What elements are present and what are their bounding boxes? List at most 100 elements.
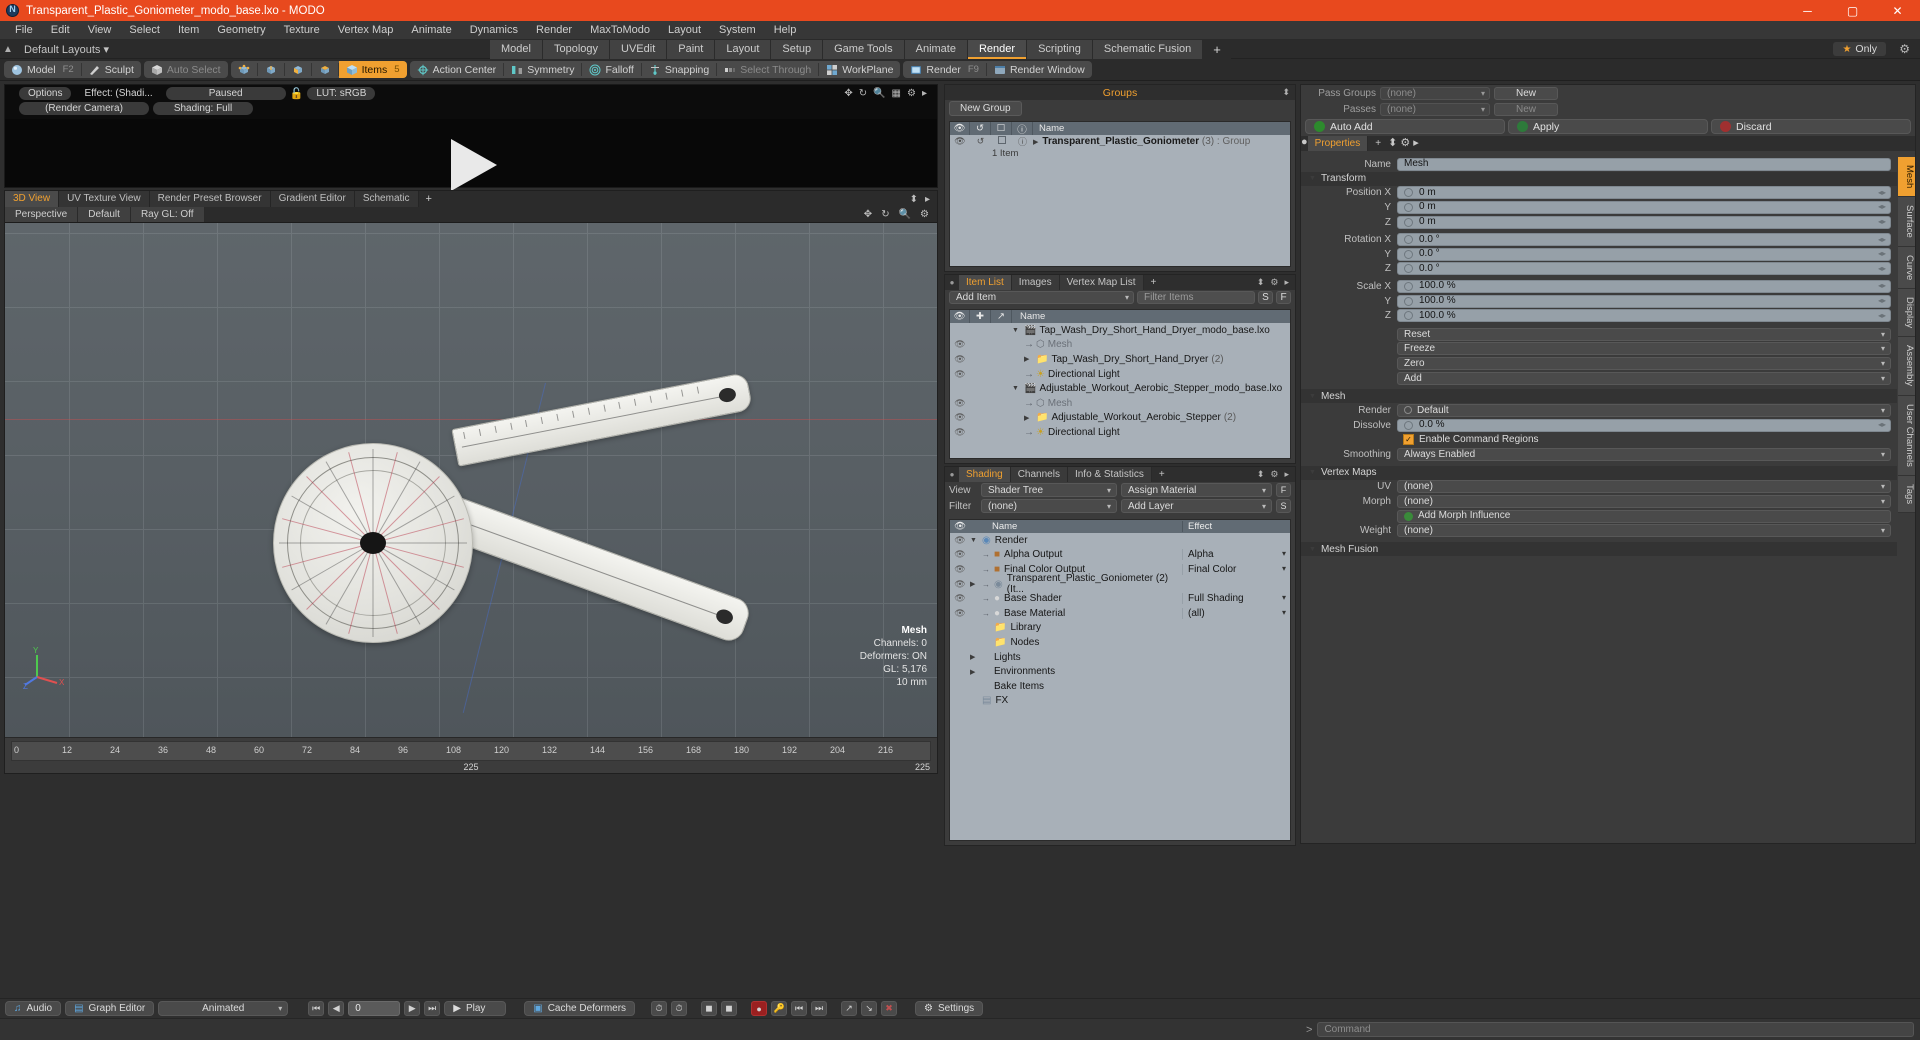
rotate-icon[interactable]: ↻	[881, 209, 889, 220]
play-triangle-icon[interactable]	[451, 139, 497, 191]
key-prev-icon[interactable]: ⏮	[791, 1001, 808, 1016]
property-field[interactable]: 0.0 % ◂▸	[1397, 418, 1891, 432]
render-status-button[interactable]: Paused	[165, 87, 286, 100]
symmetry-button[interactable]: Symmetry	[504, 61, 581, 78]
tab-animate[interactable]: Animate	[904, 39, 968, 59]
shader-tree-dropdown[interactable]: Shader Tree	[981, 483, 1117, 497]
delete-key-icon[interactable]: ✖	[881, 1001, 898, 1016]
expand-triangle-icon[interactable]: ▼	[970, 537, 982, 544]
morph-map-dropdown[interactable]: (none)	[1397, 495, 1891, 509]
tab-render[interactable]: Render	[967, 39, 1028, 59]
eye-icon[interactable]: 👁	[950, 136, 970, 147]
snapping-button[interactable]: Snapping	[642, 61, 716, 78]
section-transform[interactable]: ▼ Transform	[1301, 171, 1897, 186]
vtab-surface[interactable]: Surface	[1898, 197, 1915, 247]
panel-menu-icon[interactable]: ●	[945, 467, 959, 482]
menu-animate[interactable]: Animate	[402, 21, 460, 40]
item-list-row[interactable]: ▼ 🎬 Adjustable_Workout_Aerobic_Stepper_m…	[950, 381, 1290, 396]
item-list-row[interactable]: 👁 ▶ 📁 Tap_Wash_Dry_Short_Hand_Dryer (2)	[950, 352, 1290, 367]
tab-vertex-map-list[interactable]: Vertex Map List	[1059, 275, 1144, 290]
vtab-tags[interactable]: Tags	[1898, 475, 1915, 513]
expand-icon[interactable]: ⬍	[1257, 277, 1265, 288]
menu-vertex-map[interactable]: Vertex Map	[329, 21, 403, 40]
panel-menu-icon[interactable]: ●	[1301, 136, 1308, 151]
shader-tree-row[interactable]: 👁 ▼ ◉ Render	[950, 533, 1290, 548]
step-forward-icon[interactable]: ▶	[404, 1001, 421, 1016]
materials-mode-button[interactable]	[312, 61, 338, 78]
discard-button[interactable]: Discard	[1711, 119, 1911, 134]
weight-map-dropdown[interactable]: (none)	[1397, 524, 1891, 538]
viewport-shading-dropdown[interactable]: Default	[78, 207, 131, 222]
shader-tree-row[interactable]: ▤ FX	[950, 694, 1290, 709]
shading-filter-dropdown[interactable]: (none)	[981, 499, 1117, 513]
skip-end-icon[interactable]: ⏭	[424, 1001, 441, 1016]
viewport-raygl-dropdown[interactable]: Ray GL: Off	[130, 207, 205, 222]
tab-scripting[interactable]: Scripting	[1027, 39, 1093, 59]
key-icon[interactable]: 🔑	[771, 1001, 788, 1016]
zoom-icon[interactable]: 🔍	[899, 209, 911, 220]
shader-tree-row[interactable]: 📁 Library	[950, 621, 1290, 636]
expand-triangle-icon[interactable]: ▶	[1024, 355, 1036, 363]
expand-icon[interactable]: ⬍	[1388, 137, 1397, 149]
tab-schematic[interactable]: Schematic	[354, 191, 419, 207]
vtab-mesh[interactable]: Mesh	[1898, 157, 1915, 198]
gear-icon[interactable]: ⚙	[920, 209, 929, 220]
panel-menu-icon[interactable]: ●	[945, 275, 959, 290]
audio-button[interactable]: ♫ Audio	[5, 1001, 62, 1016]
enable-command-regions-row[interactable]: ✓ Enable Command Regions	[1397, 433, 1891, 446]
render-shading-dropdown[interactable]: Shading: Full	[153, 102, 253, 115]
shader-row-effect[interactable]: (all)	[1182, 607, 1290, 619]
chevron-right-icon[interactable]: ▸	[1284, 277, 1289, 288]
add-transform-button[interactable]: Add	[1397, 371, 1891, 385]
zoom-icon[interactable]: 🔍	[873, 88, 885, 99]
eye-icon[interactable]: 👁	[950, 354, 970, 365]
shader-tree-row[interactable]: 👁 → ● Base Material (all)	[950, 606, 1290, 621]
key-next-icon[interactable]: ⏭	[811, 1001, 828, 1016]
frame-input[interactable]: 0	[348, 1001, 401, 1016]
tab-schematic-fusion[interactable]: Schematic Fusion	[1092, 39, 1204, 59]
add-viewport-tab-button[interactable]: +	[419, 191, 439, 207]
menu-view[interactable]: View	[79, 21, 121, 40]
vtab-assembly[interactable]: Assembly	[1898, 337, 1915, 396]
expand-triangle-icon[interactable]: ▶	[1033, 138, 1042, 146]
command-input[interactable]: Command	[1317, 1022, 1914, 1037]
step-back-icon[interactable]: ◀	[328, 1001, 345, 1016]
settings-button[interactable]: ⚙ Settings	[915, 1001, 984, 1016]
section-mesh-fusion[interactable]: ▼ Mesh Fusion	[1301, 542, 1897, 557]
viewport-timeline[interactable]: 0 12 24 36 48 60 72 84 96 108 120 132 14…	[5, 737, 937, 773]
expand-icon[interactable]: ⬍	[1257, 469, 1265, 480]
eye-icon[interactable]: 👁	[950, 579, 970, 590]
key-range-start-icon[interactable]: ◼	[701, 1001, 718, 1016]
pass-groups-new-button[interactable]: New	[1494, 86, 1558, 100]
menu-texture[interactable]: Texture	[275, 21, 329, 40]
enable-command-regions-checkbox[interactable]: ✓	[1403, 434, 1414, 446]
info-icon[interactable]: ⓘ	[1012, 135, 1033, 148]
vtab-display[interactable]: Display	[1898, 289, 1915, 338]
animated-dropdown[interactable]: Animated ▾	[158, 1001, 289, 1016]
gear-icon[interactable]: ⚙	[1270, 277, 1278, 288]
item-list-grid[interactable]: 👁 ✚ ↗ Name ▼ 🎬 Tap_Wash_Dry_Short_Hand_D…	[949, 309, 1291, 459]
gear-icon[interactable]: ⚙	[907, 88, 916, 99]
shader-tree-row[interactable]: 📁 Nodes	[950, 635, 1290, 650]
tab-channels[interactable]: Channels	[1010, 467, 1068, 482]
add-properties-tab-button[interactable]: +	[1368, 136, 1389, 151]
graph-editor-button[interactable]: ▤ Graph Editor	[65, 1001, 155, 1016]
vtab-user-channels[interactable]: User Channels	[1898, 395, 1915, 476]
unlocked-icon[interactable]: 🔓	[290, 87, 304, 100]
tab-properties[interactable]: Properties	[1307, 136, 1369, 151]
property-field[interactable]: 0.0 ° ◂▸	[1397, 233, 1891, 247]
add-layout-tab-button[interactable]: +	[1203, 39, 1231, 59]
chevron-right-icon[interactable]: ▸	[922, 88, 927, 99]
only-toggle[interactable]: ★ Only	[1833, 42, 1886, 56]
render-effect-dropdown[interactable]: Effect: (Shadi...	[75, 87, 161, 100]
passes-dropdown[interactable]: (none)	[1380, 102, 1490, 116]
gear-icon[interactable]: ⚙	[1270, 469, 1278, 480]
shader-tree-row[interactable]: ▶ Lights	[950, 650, 1290, 665]
item-list-row[interactable]: 👁 → ☀ Directional Light	[950, 425, 1290, 440]
select-through-button[interactable]: Select Through	[717, 61, 818, 78]
tab-model[interactable]: Model	[490, 39, 543, 59]
add-item-list-tab-button[interactable]: +	[1143, 275, 1164, 290]
gear-icon[interactable]: ⚙	[1899, 42, 1910, 56]
eye-icon[interactable]: 👁	[950, 339, 970, 350]
gear-icon[interactable]: ⚙	[1400, 137, 1410, 149]
